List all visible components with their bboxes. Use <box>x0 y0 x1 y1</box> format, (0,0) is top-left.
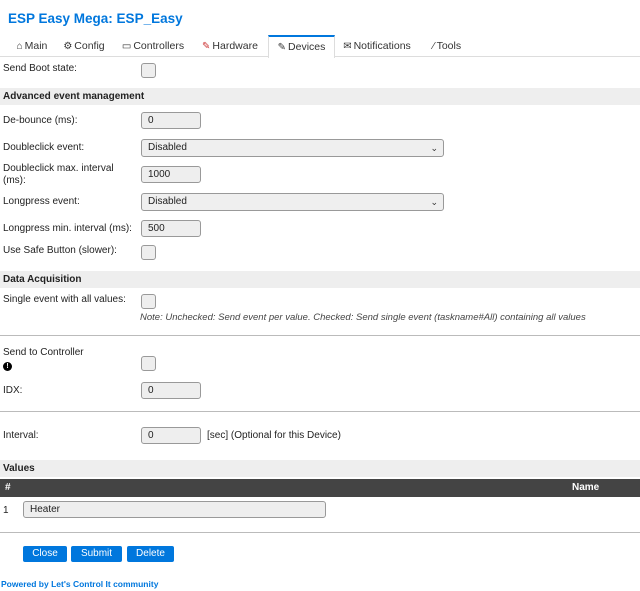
chevron-down-icon: ⌄ <box>430 143 438 153</box>
send-boot-state-checkbox[interactable] <box>141 63 156 78</box>
info-icon[interactable]: ! <box>3 362 12 371</box>
value-row-num: 1 <box>3 505 9 516</box>
chevron-down-icon: ⌄ <box>430 197 438 207</box>
tab-controllers[interactable]: ▭ Controllers <box>118 35 188 57</box>
footer-suffix: community <box>110 579 159 589</box>
footer-link[interactable]: Let's Control It <box>51 579 111 589</box>
advanced-section-header: Advanced event management <box>0 88 640 105</box>
tab-notifications[interactable]: ✉ Notifications <box>342 35 412 57</box>
values-table-header: # Name <box>0 479 640 497</box>
idx-input[interactable]: 0 <box>141 382 201 399</box>
divider <box>0 532 640 533</box>
page-title: ESP Easy Mega: ESP_Easy <box>8 11 183 26</box>
tab-label: Main <box>24 40 48 52</box>
tab-label: Controllers <box>133 40 185 52</box>
interval-input[interactable]: 0 <box>141 427 201 444</box>
pin-icon: ✎ <box>202 41 211 52</box>
divider <box>0 411 640 412</box>
divider <box>0 335 640 336</box>
tab-config[interactable]: ⚙ Config <box>60 35 108 57</box>
chat-icon: ▭ <box>121 41 132 52</box>
doubleclick-interval-label: Doubleclick max. interval (ms): <box>3 163 114 186</box>
single-event-note: Note: Unchecked: Send event per value. C… <box>140 312 586 323</box>
close-button[interactable]: Close <box>23 546 67 562</box>
select-value: Disabled <box>148 142 187 153</box>
debounce-label: De-bounce (ms): <box>3 115 78 126</box>
home-icon: ⌂ <box>16 41 23 52</box>
safe-button-label: Use Safe Button (slower): <box>3 245 117 256</box>
tab-tools[interactable]: ⁄ Tools <box>425 35 469 57</box>
tab-label: Devices <box>288 41 326 53</box>
tab-label: Notifications <box>353 40 411 52</box>
footer-prefix: Powered by <box>1 579 52 589</box>
wrench-icon: ⁄ <box>432 41 435 52</box>
longpress-interval-input[interactable]: 500 <box>141 220 201 237</box>
safe-button-checkbox[interactable] <box>141 245 156 260</box>
value-name-input[interactable]: Heater <box>23 501 326 518</box>
tab-main[interactable]: ⌂ Main <box>12 35 52 57</box>
longpress-event-label: Longpress event: <box>3 196 80 207</box>
select-value: Disabled <box>148 196 187 207</box>
column-header-num: # <box>5 482 11 493</box>
single-event-checkbox[interactable] <box>141 294 156 309</box>
data-acquisition-header: Data Acquisition <box>0 271 640 288</box>
single-event-label: Single event with all values: <box>3 294 126 305</box>
footer: Powered by Let's Control It community <box>1 579 158 589</box>
longpress-interval-label: Longpress min. interval (ms): <box>3 223 132 234</box>
tab-label: Hardware <box>212 40 258 52</box>
column-header-name: Name <box>572 482 600 493</box>
doubleclick-interval-input[interactable]: 1000 <box>141 166 201 183</box>
doubleclick-event-select[interactable]: Disabled ⌄ <box>141 139 444 157</box>
interval-label: Interval: <box>3 430 39 441</box>
mail-icon: ✉ <box>343 41 352 52</box>
tab-label: Tools <box>436 40 462 52</box>
tab-devices[interactable]: ✎ Devices <box>268 35 335 58</box>
values-section-header: Values <box>0 460 640 477</box>
interval-suffix: [sec] (Optional for this Device) <box>207 430 341 441</box>
longpress-event-select[interactable]: Disabled ⌄ <box>141 193 444 211</box>
send-to-controller-label: Send to Controller <box>3 347 84 358</box>
submit-button[interactable]: Submit <box>71 546 122 562</box>
tab-label: Config <box>74 40 105 52</box>
tab-hardware[interactable]: ✎ Hardware <box>198 35 262 57</box>
doubleclick-event-label: Doubleclick event: <box>3 142 85 153</box>
debounce-input[interactable]: 0 <box>141 112 201 129</box>
send-boot-state-label: Send Boot state: <box>3 63 77 74</box>
gear-icon: ⚙ <box>63 41 73 52</box>
idx-label: IDX: <box>3 385 23 396</box>
tab-bar: ⌂ Main ⚙ Config ▭ Controllers ✎ Hardware ✎ De… <box>0 35 640 58</box>
plug-icon: ✎ <box>277 42 287 53</box>
delete-button[interactable]: Delete <box>127 546 174 562</box>
send-to-controller-checkbox[interactable] <box>141 356 156 371</box>
